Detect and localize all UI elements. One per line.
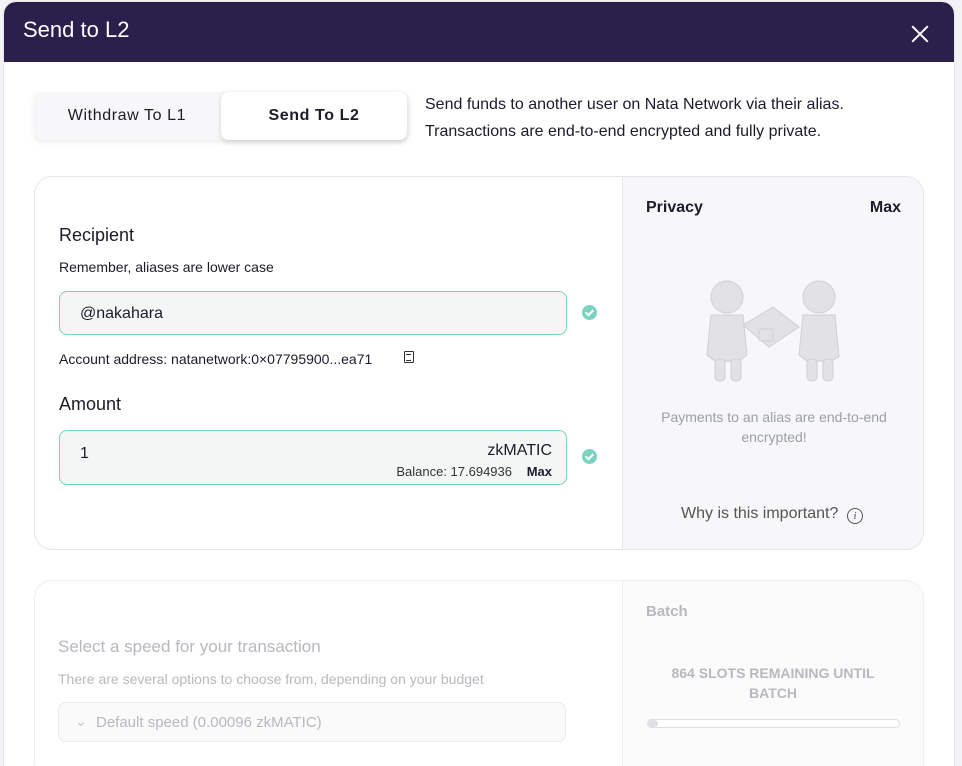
speed-title: Select a speed for your transaction xyxy=(58,637,321,656)
send-to-l2-modal: Send to L2 Withdraw To L1 Send To L2 Sen… xyxy=(4,2,954,766)
recipient-value: @nakahara xyxy=(80,305,163,322)
tab-withdraw-to-l1[interactable]: Withdraw To L1 xyxy=(34,92,220,140)
recipient-valid-icon xyxy=(582,305,597,320)
speed-card: Select a speed for your transaction Ther… xyxy=(34,580,924,766)
account-address: Account address: natanetwork:0×07795900.… xyxy=(59,351,373,367)
amount-currency: zkMATIC xyxy=(487,442,552,459)
recipient-input[interactable]: @nakahara xyxy=(59,291,567,335)
amount-input[interactable]: 1 zkMATIC Balance: 17.694936 Max xyxy=(59,430,567,485)
info-icon[interactable]: i xyxy=(847,508,863,524)
batch-title: Batch xyxy=(646,603,688,620)
copy-icon[interactable] xyxy=(404,351,414,363)
batch-progress-fill xyxy=(648,720,659,727)
modal-header: Send to L2 xyxy=(4,2,954,62)
tab-bar: Withdraw To L1 Send To L2 xyxy=(34,92,408,140)
batch-remaining: 864 SLOTS REMAINING UNTIL BATCH xyxy=(671,665,875,701)
privacy-illustration-icon xyxy=(706,280,840,382)
speed-selected: Default speed (0.00096 zkMATIC) xyxy=(96,714,322,731)
recipient-hint: Remember, aliases are lower case xyxy=(59,259,274,275)
close-icon[interactable] xyxy=(904,18,936,50)
batch-panel: Batch 864 SLOTS REMAINING UNTIL BATCH xyxy=(622,581,923,766)
amount-valid-icon xyxy=(582,449,597,464)
max-button[interactable]: Max xyxy=(527,464,552,479)
send-form-card: Recipient Remember, aliases are lower ca… xyxy=(34,176,924,550)
modal-title: Send to L2 xyxy=(23,17,130,42)
amount-label: Amount xyxy=(59,394,122,414)
description-text: Send funds to another user on Nata Netwo… xyxy=(425,96,844,140)
batch-progress-bar xyxy=(647,719,900,728)
recipient-label: Recipient xyxy=(59,225,135,245)
chevron-down-icon: ⌄ xyxy=(75,713,87,729)
speed-select[interactable]: ⌄ Default speed (0.00096 zkMATIC) xyxy=(58,702,566,742)
balance-text: Balance: 17.694936 xyxy=(396,464,512,479)
privacy-text: Payments to an alias are end-to-end encr… xyxy=(661,409,887,445)
speed-hint: There are several options to choose from… xyxy=(58,671,484,687)
why-important-link[interactable]: Why is this important? xyxy=(681,505,838,523)
amount-value: 1 xyxy=(80,445,89,462)
privacy-panel: Privacy Max Payments to an alias are end… xyxy=(622,177,923,549)
tab-send-to-l2[interactable]: Send To L2 xyxy=(221,92,407,140)
privacy-level: Max xyxy=(869,199,901,216)
privacy-title: Privacy xyxy=(646,199,703,216)
